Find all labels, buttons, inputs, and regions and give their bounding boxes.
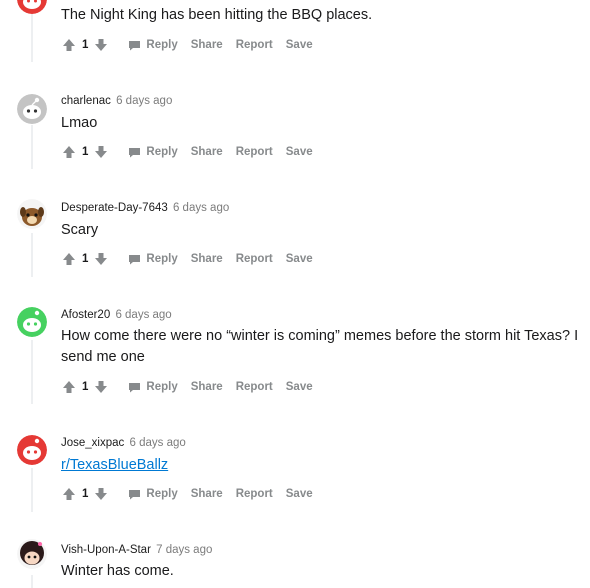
username[interactable]: Vish-Upon-A-Star	[61, 544, 151, 556]
save-button[interactable]: Save	[286, 253, 313, 265]
save-button[interactable]: Save	[286, 146, 313, 158]
reply-label: Reply	[146, 381, 178, 393]
comment-bubble-icon	[129, 382, 141, 392]
username[interactable]: Afoster20	[61, 309, 110, 321]
reply-button[interactable]: Reply	[128, 488, 178, 500]
thread-line[interactable]	[31, 340, 33, 404]
report-button[interactable]: Report	[236, 39, 273, 51]
share-button[interactable]: Share	[191, 253, 223, 265]
downvote-icon[interactable]	[93, 486, 109, 502]
save-button[interactable]: Save	[286, 39, 313, 51]
comment-actions: 1 Reply Share Report Save	[61, 249, 313, 269]
timestamp[interactable]: 6 days ago	[130, 437, 186, 449]
report-button[interactable]: Report	[236, 253, 273, 265]
share-button[interactable]: Share	[191, 488, 223, 500]
comment-body: Scary	[61, 222, 99, 238]
comment-body: Winter has come.	[61, 563, 174, 579]
comment-bubble-icon	[129, 489, 141, 499]
downvote-icon[interactable]	[93, 144, 109, 160]
thread-line[interactable]	[31, 468, 33, 512]
comment-bubble-icon	[129, 40, 141, 50]
comment-body: r/TexasBlueBallz	[61, 455, 590, 476]
share-button[interactable]: Share	[191, 39, 223, 51]
reply-label: Reply	[146, 146, 178, 158]
comment-meta: Jose_xixpac 6 days ago	[61, 437, 186, 449]
save-button[interactable]: Save	[286, 488, 313, 500]
username[interactable]: Jose_xixpac	[61, 437, 124, 449]
upvote-icon[interactable]	[61, 379, 77, 395]
comment-actions: 1 Reply Share Report Save	[61, 142, 313, 162]
comment-meta: Desperate-Day-7643 6 days ago	[61, 202, 229, 214]
thread-line[interactable]	[31, 233, 33, 277]
red-snoo-icon[interactable]	[17, 0, 47, 14]
share-button[interactable]: Share	[191, 146, 223, 158]
save-button[interactable]: Save	[286, 381, 313, 393]
upvote-icon[interactable]	[61, 251, 77, 267]
comment-body: The Night King has been hitting the BBQ …	[61, 7, 373, 23]
share-button[interactable]: Share	[191, 381, 223, 393]
thread-line[interactable]	[31, 575, 33, 588]
vote-count: 1	[82, 146, 89, 158]
comment-body: How come there were no “winter is coming…	[61, 328, 579, 365]
reply-button[interactable]: Reply	[128, 381, 178, 393]
upvote-icon[interactable]	[61, 37, 77, 53]
report-button[interactable]: Report	[236, 488, 273, 500]
comment-meta: Vish-Upon-A-Star 7 days ago	[61, 544, 212, 556]
comment-meta: Afoster20 6 days ago	[61, 309, 172, 321]
red-snoo-icon[interactable]	[17, 435, 47, 465]
username[interactable]: Desperate-Day-7643	[61, 202, 168, 214]
thread-line[interactable]	[31, 125, 33, 169]
reply-button[interactable]: Reply	[128, 253, 178, 265]
dark-hair-snoo-icon[interactable]	[17, 539, 47, 569]
username[interactable]: charlenac	[61, 95, 111, 107]
vote-count: 1	[82, 488, 89, 500]
comment-actions: 1 Reply Share Report Save	[61, 377, 313, 397]
comment-actions: 1 Reply Share Report Save	[61, 484, 313, 504]
downvote-icon[interactable]	[93, 37, 109, 53]
dog-snoo-icon[interactable]	[17, 199, 47, 229]
reply-label: Reply	[146, 39, 178, 51]
comment-actions: 1 Reply Share Report Save	[61, 35, 313, 55]
upvote-icon[interactable]	[61, 486, 77, 502]
vote-count: 1	[82, 253, 89, 265]
gray-snoo-icon[interactable]	[17, 94, 47, 124]
timestamp[interactable]: 6 days ago	[116, 95, 172, 107]
timestamp[interactable]: 6 days ago	[173, 202, 229, 214]
vote-count: 1	[82, 381, 89, 393]
downvote-icon[interactable]	[93, 251, 109, 267]
report-button[interactable]: Report	[236, 146, 273, 158]
timestamp[interactable]: 7 days ago	[156, 544, 212, 556]
reply-button[interactable]: Reply	[128, 39, 178, 51]
report-button[interactable]: Report	[236, 381, 273, 393]
reply-label: Reply	[146, 253, 178, 265]
downvote-icon[interactable]	[93, 379, 109, 395]
vote-count: 1	[82, 39, 89, 51]
comment-body: Lmao	[61, 115, 98, 131]
upvote-icon[interactable]	[61, 144, 77, 160]
comment-bubble-icon	[129, 147, 141, 157]
reply-button[interactable]: Reply	[128, 146, 178, 158]
comment-meta: charlenac 6 days ago	[61, 95, 172, 107]
reply-label: Reply	[146, 488, 178, 500]
thread-line[interactable]	[31, 12, 33, 62]
comment-bubble-icon	[129, 254, 141, 264]
timestamp[interactable]: 6 days ago	[115, 309, 171, 321]
green-snoo-icon[interactable]	[17, 307, 47, 337]
subreddit-link[interactable]: r/TexasBlueBallz	[61, 457, 168, 473]
